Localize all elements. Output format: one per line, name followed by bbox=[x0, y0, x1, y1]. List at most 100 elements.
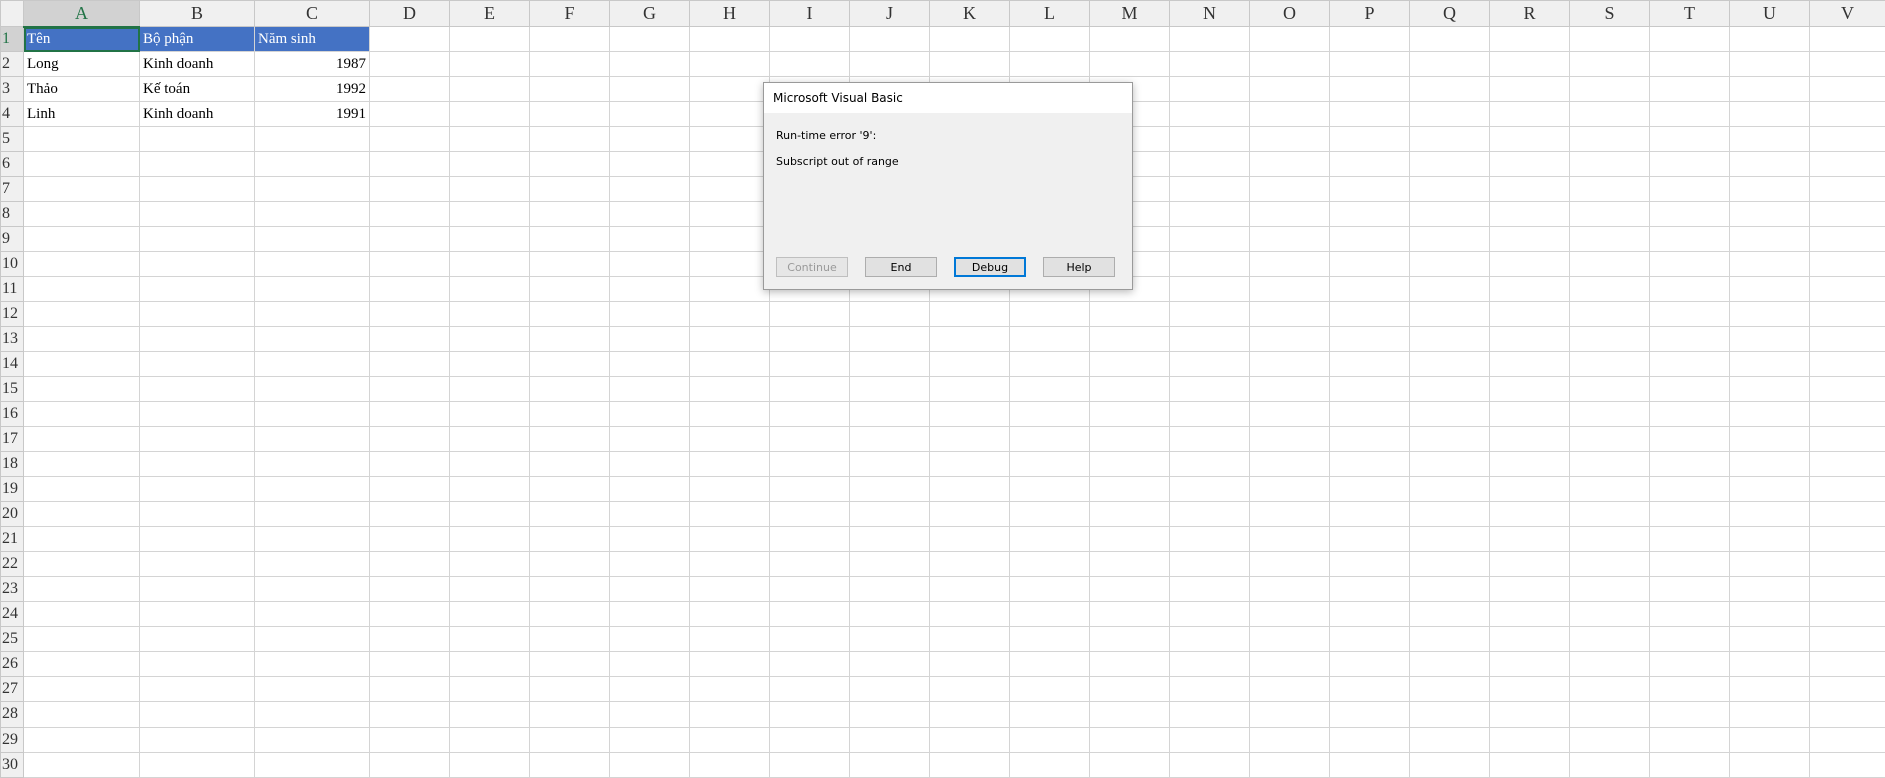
cell-f7[interactable] bbox=[529, 176, 610, 203]
cell-u11[interactable] bbox=[1729, 276, 1810, 303]
cell-s21[interactable] bbox=[1569, 526, 1650, 553]
cell-d22[interactable] bbox=[369, 551, 450, 578]
cell-b23[interactable] bbox=[139, 576, 255, 603]
cell-o15[interactable] bbox=[1249, 376, 1330, 403]
cell-u2[interactable] bbox=[1729, 51, 1810, 78]
cell-f5[interactable] bbox=[529, 126, 610, 153]
cell-f14[interactable] bbox=[529, 351, 610, 378]
cell-i27[interactable] bbox=[769, 676, 850, 703]
cell-c30[interactable] bbox=[254, 751, 370, 778]
cell-t6[interactable] bbox=[1649, 151, 1730, 178]
cell-b4[interactable]: Kinh doanh bbox=[139, 101, 255, 128]
cell-f17[interactable] bbox=[529, 426, 610, 453]
cell-h3[interactable] bbox=[689, 76, 770, 103]
cell-s26[interactable] bbox=[1569, 651, 1650, 678]
cell-c4[interactable]: 1991 bbox=[254, 101, 370, 128]
cell-u21[interactable] bbox=[1729, 526, 1810, 553]
cell-b15[interactable] bbox=[139, 376, 255, 403]
cell-l1[interactable] bbox=[1009, 26, 1090, 53]
cell-p10[interactable] bbox=[1329, 251, 1410, 278]
cell-p20[interactable] bbox=[1329, 501, 1410, 528]
row-header-22[interactable]: 22 bbox=[0, 551, 24, 578]
cell-i23[interactable] bbox=[769, 576, 850, 603]
cell-q16[interactable] bbox=[1409, 401, 1490, 428]
cell-c13[interactable] bbox=[254, 326, 370, 353]
cell-o12[interactable] bbox=[1249, 301, 1330, 328]
column-header-v[interactable]: V bbox=[1809, 0, 1885, 28]
cell-o28[interactable] bbox=[1249, 701, 1330, 728]
cell-f2[interactable] bbox=[529, 51, 610, 78]
column-header-s[interactable]: S bbox=[1569, 0, 1650, 28]
cell-k2[interactable] bbox=[929, 51, 1010, 78]
cell-r30[interactable] bbox=[1489, 751, 1570, 778]
row-header-12[interactable]: 12 bbox=[0, 301, 24, 328]
cell-j13[interactable] bbox=[849, 326, 930, 353]
cell-d7[interactable] bbox=[369, 176, 450, 203]
cell-l16[interactable] bbox=[1009, 401, 1090, 428]
cell-s8[interactable] bbox=[1569, 201, 1650, 228]
cell-v14[interactable] bbox=[1809, 351, 1885, 378]
cell-t28[interactable] bbox=[1649, 701, 1730, 728]
cell-a16[interactable] bbox=[23, 401, 140, 428]
row-header-26[interactable]: 26 bbox=[0, 651, 24, 678]
column-header-q[interactable]: Q bbox=[1409, 0, 1490, 28]
cell-e27[interactable] bbox=[449, 676, 530, 703]
column-header-k[interactable]: K bbox=[929, 0, 1010, 28]
cell-o27[interactable] bbox=[1249, 676, 1330, 703]
cell-q29[interactable] bbox=[1409, 726, 1490, 753]
cell-r20[interactable] bbox=[1489, 501, 1570, 528]
cell-q12[interactable] bbox=[1409, 301, 1490, 328]
cell-d26[interactable] bbox=[369, 651, 450, 678]
cell-k13[interactable] bbox=[929, 326, 1010, 353]
cell-p23[interactable] bbox=[1329, 576, 1410, 603]
cell-t15[interactable] bbox=[1649, 376, 1730, 403]
cell-h27[interactable] bbox=[689, 676, 770, 703]
cell-v26[interactable] bbox=[1809, 651, 1885, 678]
cell-t21[interactable] bbox=[1649, 526, 1730, 553]
column-header-m[interactable]: M bbox=[1089, 0, 1170, 28]
cell-t17[interactable] bbox=[1649, 426, 1730, 453]
cell-n22[interactable] bbox=[1169, 551, 1250, 578]
cell-l28[interactable] bbox=[1009, 701, 1090, 728]
cell-b28[interactable] bbox=[139, 701, 255, 728]
cell-o4[interactable] bbox=[1249, 101, 1330, 128]
cell-k19[interactable] bbox=[929, 476, 1010, 503]
cell-d1[interactable] bbox=[369, 26, 450, 53]
cell-a1[interactable]: Tên bbox=[23, 26, 140, 53]
cell-q6[interactable] bbox=[1409, 151, 1490, 178]
cell-a11[interactable] bbox=[23, 276, 140, 303]
cell-p27[interactable] bbox=[1329, 676, 1410, 703]
row-header-18[interactable]: 18 bbox=[0, 451, 24, 478]
cell-f30[interactable] bbox=[529, 751, 610, 778]
cell-h5[interactable] bbox=[689, 126, 770, 153]
cell-c11[interactable] bbox=[254, 276, 370, 303]
row-header-3[interactable]: 3 bbox=[0, 76, 24, 103]
cell-d4[interactable] bbox=[369, 101, 450, 128]
cell-i28[interactable] bbox=[769, 701, 850, 728]
cell-m17[interactable] bbox=[1089, 426, 1170, 453]
cell-r1[interactable] bbox=[1489, 26, 1570, 53]
cell-e17[interactable] bbox=[449, 426, 530, 453]
cell-q18[interactable] bbox=[1409, 451, 1490, 478]
cell-t24[interactable] bbox=[1649, 601, 1730, 628]
cell-g11[interactable] bbox=[609, 276, 690, 303]
cell-r22[interactable] bbox=[1489, 551, 1570, 578]
cell-q9[interactable] bbox=[1409, 226, 1490, 253]
cell-o2[interactable] bbox=[1249, 51, 1330, 78]
column-header-n[interactable]: N bbox=[1169, 0, 1250, 28]
cell-b6[interactable] bbox=[139, 151, 255, 178]
row-header-30[interactable]: 30 bbox=[0, 751, 24, 778]
cell-h4[interactable] bbox=[689, 101, 770, 128]
cell-q21[interactable] bbox=[1409, 526, 1490, 553]
cell-s22[interactable] bbox=[1569, 551, 1650, 578]
cell-m19[interactable] bbox=[1089, 476, 1170, 503]
cell-q19[interactable] bbox=[1409, 476, 1490, 503]
cell-s6[interactable] bbox=[1569, 151, 1650, 178]
cell-g3[interactable] bbox=[609, 76, 690, 103]
cell-a20[interactable] bbox=[23, 501, 140, 528]
cell-n12[interactable] bbox=[1169, 301, 1250, 328]
cell-v15[interactable] bbox=[1809, 376, 1885, 403]
cell-o25[interactable] bbox=[1249, 626, 1330, 653]
cell-a24[interactable] bbox=[23, 601, 140, 628]
cell-d5[interactable] bbox=[369, 126, 450, 153]
